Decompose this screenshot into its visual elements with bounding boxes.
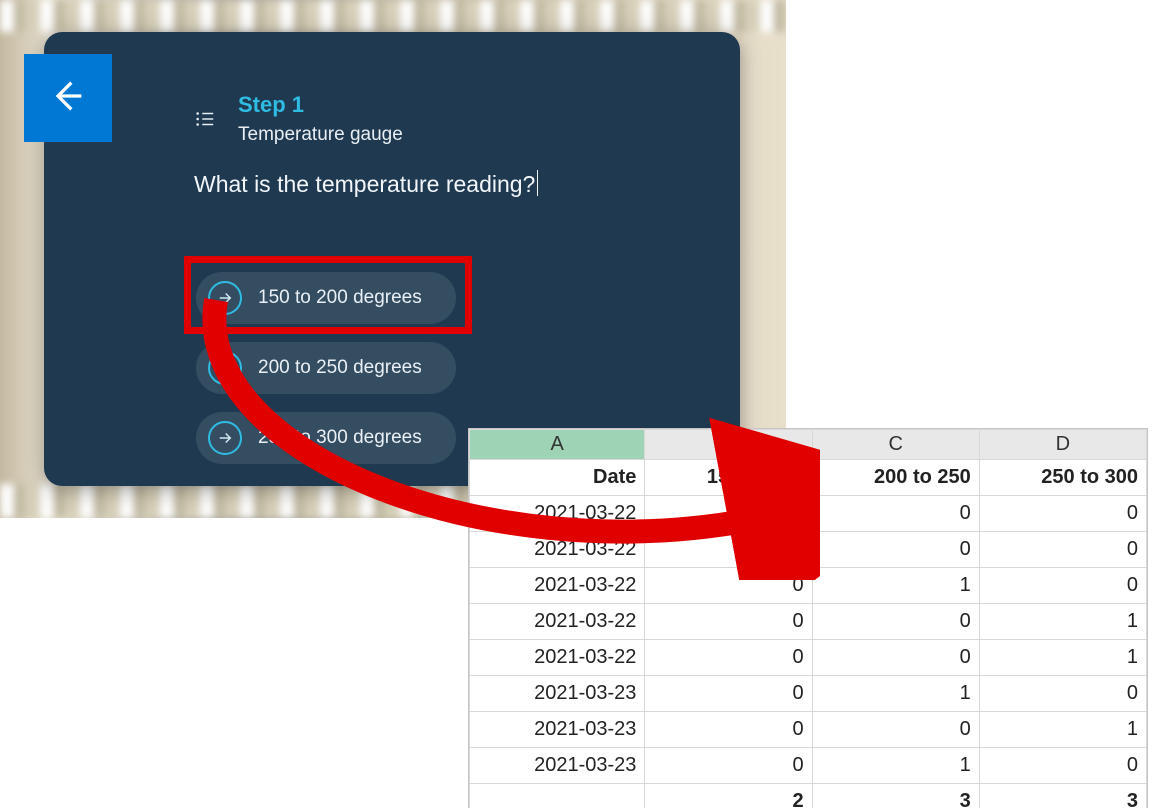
back-button[interactable]: [24, 54, 112, 142]
table-row: 2021-03-22100: [470, 496, 1147, 532]
header-150-200[interactable]: 150 to 200: [645, 460, 812, 496]
arrow-right-icon: [208, 351, 242, 385]
option-200-250[interactable]: 200 to 250 degrees: [196, 342, 456, 394]
totals-row: 2 3 3: [470, 784, 1147, 808]
step-label: Step 1: [238, 92, 304, 118]
option-250-300[interactable]: 250 to 300 degrees: [196, 412, 456, 464]
table-row: 2021-03-22001: [470, 604, 1147, 640]
step-name: Temperature gauge: [238, 124, 403, 146]
question-text: What is the temperature reading?: [194, 170, 538, 198]
table-row: 2021-03-23001: [470, 712, 1147, 748]
table-row: 2021-03-22001: [470, 640, 1147, 676]
col-B[interactable]: B: [645, 430, 812, 460]
option-label: 150 to 200 degrees: [258, 287, 422, 309]
header-200-250[interactable]: 200 to 250: [812, 460, 979, 496]
header-date[interactable]: Date: [470, 460, 645, 496]
table-row: 2021-03-23010: [470, 676, 1147, 712]
col-C[interactable]: C: [812, 430, 979, 460]
table-row: 2021-03-22010: [470, 568, 1147, 604]
header-250-300[interactable]: 250 to 300: [979, 460, 1146, 496]
option-label: 250 to 300 degrees: [258, 427, 422, 449]
col-D[interactable]: D: [979, 430, 1146, 460]
step-card: Step 1 Temperature gauge What is the tem…: [44, 32, 740, 486]
arrow-right-icon: [208, 281, 242, 315]
table-row: 2021-03-23010: [470, 748, 1147, 784]
table-row: 2021-03-22100: [470, 532, 1147, 568]
arrow-right-icon: [208, 421, 242, 455]
list-icon: [194, 108, 218, 132]
arrow-left-icon: [48, 76, 88, 121]
col-A[interactable]: A: [470, 430, 645, 460]
header-row: Date 150 to 200 200 to 250 250 to 300: [470, 460, 1147, 496]
option-label: 200 to 250 degrees: [258, 357, 422, 379]
column-letter-row: A B C D: [470, 430, 1147, 460]
option-150-200[interactable]: 150 to 200 degrees: [196, 272, 456, 324]
option-list: 150 to 200 degrees 200 to 250 degrees 25…: [196, 272, 456, 464]
spreadsheet: A B C D Date 150 to 200 200 to 250 250 t…: [468, 428, 1148, 808]
